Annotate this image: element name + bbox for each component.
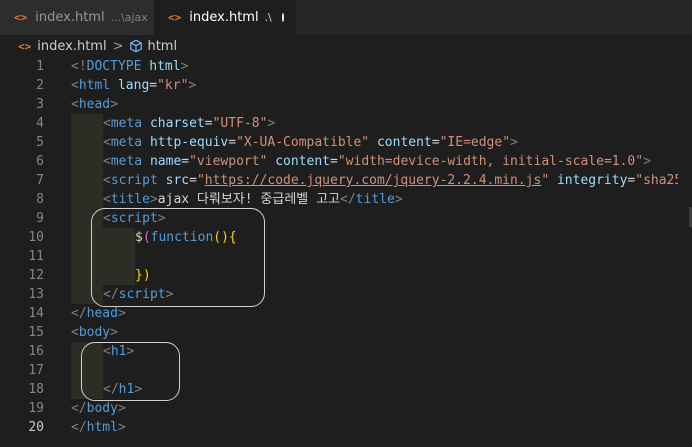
symbol-cube-icon bbox=[130, 39, 143, 53]
code-line[interactable]: 4 <meta charset="UTF-8"> bbox=[0, 114, 692, 133]
tab-description: ...\ajax bbox=[110, 11, 148, 24]
line-number: 1 bbox=[36, 59, 44, 74]
code-text: <script src="https://code.jquery.com/jqu… bbox=[103, 173, 692, 188]
line-number: 9 bbox=[36, 211, 44, 226]
code-text: </body> bbox=[71, 401, 126, 416]
tab-index-html-current[interactable]: <> index.html .\ bbox=[154, 0, 296, 35]
line-number: 17 bbox=[28, 363, 44, 378]
code-text: <title>ajax 다뤄보자! 중급레벨 고고</title> bbox=[103, 192, 403, 207]
line-number: 18 bbox=[28, 382, 44, 397]
line-number: 6 bbox=[36, 154, 44, 169]
line-number: 12 bbox=[28, 268, 44, 283]
line-number: 19 bbox=[28, 401, 44, 416]
line-number: 15 bbox=[28, 325, 44, 340]
line-number: 5 bbox=[36, 135, 44, 150]
breadcrumb-symbol[interactable]: html bbox=[147, 39, 177, 54]
breadcrumb-file[interactable]: index.html bbox=[37, 39, 106, 54]
code-text: <head> bbox=[71, 97, 118, 112]
tab-bar: <> index.html ...\ajax <> index.html .\ bbox=[0, 0, 692, 35]
line-number: 11 bbox=[28, 249, 44, 264]
line-number: 20 bbox=[28, 420, 44, 435]
line-number: 16 bbox=[28, 344, 44, 359]
code-line[interactable]: 3 <head> bbox=[0, 95, 692, 114]
annotation-circle-h1 bbox=[81, 342, 180, 401]
indent-guide bbox=[71, 114, 103, 133]
indent-guide bbox=[71, 190, 103, 209]
html-file-icon: <> bbox=[18, 39, 32, 53]
tab-label: index.html bbox=[35, 10, 105, 25]
indent-guide bbox=[71, 152, 103, 171]
code-text: <meta http-equiv="X-UA-Compatible" conte… bbox=[103, 135, 518, 150]
code-line[interactable]: 2 <html lang="kr"> bbox=[0, 76, 692, 95]
code-text: <meta charset="UTF-8"> bbox=[103, 116, 276, 131]
indent-guide bbox=[71, 133, 103, 152]
code-line[interactable]: 19 </body> bbox=[0, 399, 692, 418]
code-line[interactable]: 8 <title>ajax 다뤄보자! 중급레벨 고고</title> bbox=[0, 190, 692, 209]
code-text: <!DOCTYPE html> bbox=[71, 59, 189, 74]
breadcrumb: <> index.html > html bbox=[0, 35, 692, 57]
line-number: 8 bbox=[36, 192, 44, 207]
code-line[interactable]: 15 <body> bbox=[0, 323, 692, 342]
unsaved-dot-icon[interactable] bbox=[281, 13, 284, 22]
line-number: 10 bbox=[28, 230, 44, 245]
code-line[interactable]: 20 </html> bbox=[0, 418, 692, 437]
code-text: <body> bbox=[71, 325, 118, 340]
tab-label: index.html bbox=[189, 10, 259, 25]
line-number: 7 bbox=[36, 173, 44, 188]
tab-index-html-ajax[interactable]: <> index.html ...\ajax bbox=[0, 0, 154, 35]
code-text: <meta name="viewport" content="width=dev… bbox=[103, 154, 651, 169]
line-number: 4 bbox=[36, 116, 44, 131]
breadcrumb-separator: > bbox=[112, 38, 124, 54]
tab-description: .\ bbox=[264, 11, 272, 24]
line-number: 13 bbox=[28, 287, 44, 302]
html-file-icon: <> bbox=[14, 11, 28, 24]
code-line[interactable]: 6 <meta name="viewport" content="width=de… bbox=[0, 152, 692, 171]
html-file-icon: <> bbox=[168, 11, 182, 24]
code-line[interactable]: 5 <meta http-equiv="X-UA-Compatible" cont… bbox=[0, 133, 692, 152]
code-text: </html> bbox=[71, 420, 126, 435]
line-number: 2 bbox=[36, 78, 44, 93]
editor-scrollbar[interactable] bbox=[678, 57, 692, 447]
code-text: <html lang="kr"> bbox=[71, 78, 197, 93]
indent-guide bbox=[71, 171, 103, 190]
line-number: 14 bbox=[28, 306, 44, 321]
annotation-circle-script bbox=[91, 208, 265, 307]
code-line[interactable]: 7 <script src="https://code.jquery.com/jq… bbox=[0, 171, 692, 190]
line-number: 3 bbox=[36, 97, 44, 112]
code-line[interactable]: 1 <!DOCTYPE html> bbox=[0, 57, 692, 76]
